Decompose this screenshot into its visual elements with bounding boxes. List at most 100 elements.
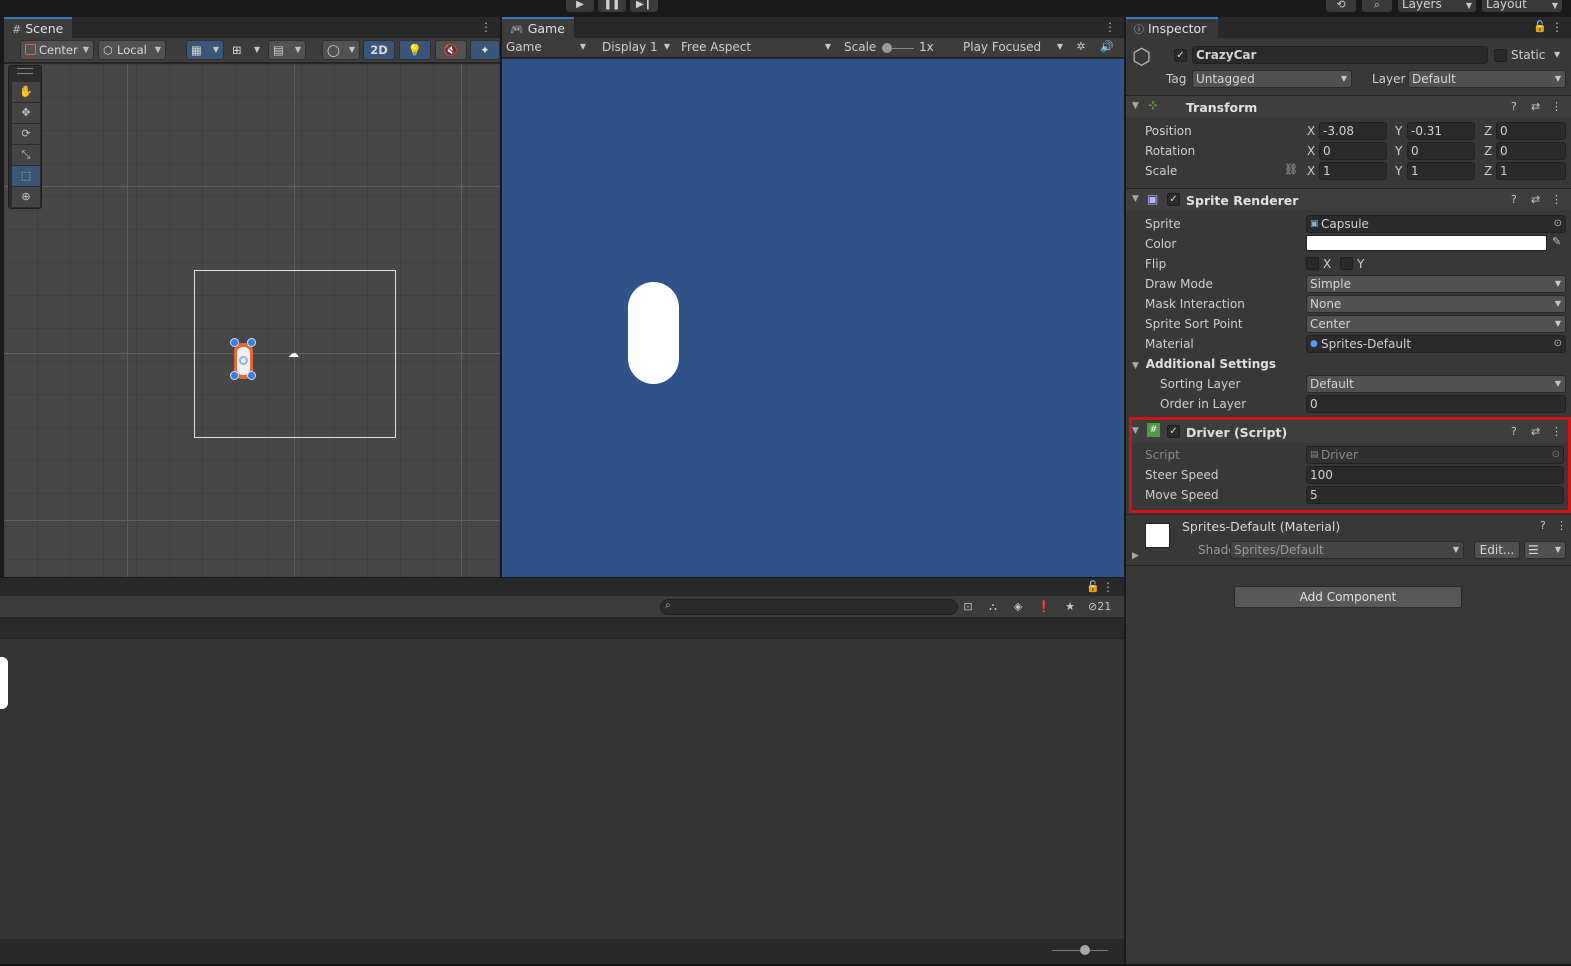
- sprite-field[interactable]: ▣ Capsule ⊙: [1306, 215, 1566, 233]
- tag-dropdown[interactable]: Untagged ▼: [1192, 70, 1352, 88]
- history-button[interactable]: ⟲: [1326, 0, 1356, 12]
- driver-header[interactable]: ▼ # ✓ Driver (Script) ? ⇄ ⋮: [1132, 421, 1568, 443]
- rect-handle-tl[interactable]: [230, 338, 239, 347]
- material-field[interactable]: ● Sprites-Default ⊙: [1306, 335, 1566, 353]
- help-icon[interactable]: ?: [1511, 100, 1517, 113]
- filter-type-button[interactable]: ⛬: [985, 600, 1001, 614]
- shader-options-button[interactable]: ☰ ▼: [1524, 541, 1566, 559]
- move-speed-field[interactable]: 5: [1306, 486, 1564, 504]
- scale-z-field[interactable]: 1: [1496, 162, 1566, 180]
- preset-icon[interactable]: ⇄: [1531, 100, 1540, 113]
- layer-dropdown[interactable]: Default ▼: [1408, 70, 1566, 88]
- sprite-renderer-enabled-checkbox[interactable]: ✓: [1167, 193, 1180, 206]
- add-component-button[interactable]: Add Component: [1234, 586, 1462, 608]
- search-button[interactable]: ⌕: [1362, 0, 1392, 12]
- help-icon[interactable]: ?: [1511, 193, 1517, 206]
- transform-tool[interactable]: ⊕: [12, 187, 40, 207]
- game-view[interactable]: [502, 59, 1124, 577]
- kebab-icon[interactable]: ⋮: [1551, 425, 1562, 438]
- rot-y-field[interactable]: 0: [1407, 142, 1475, 160]
- expand-icon[interactable]: ▶: [1132, 551, 1139, 561]
- console-search-field[interactable]: ⌕: [660, 599, 958, 615]
- pos-z-field[interactable]: 0: [1496, 122, 1566, 140]
- audio-button[interactable]: 🔇: [435, 40, 467, 60]
- game-mode-dropdown[interactable]: Game ▼: [506, 40, 590, 54]
- pos-y-field[interactable]: -0.31: [1407, 122, 1475, 140]
- search-options-button[interactable]: ⊡: [960, 600, 976, 613]
- display-dropdown[interactable]: Display 1 ▼: [602, 40, 674, 54]
- lighting-button[interactable]: 💡: [399, 40, 431, 60]
- pivot-dropdown[interactable]: Center ▼: [20, 40, 94, 60]
- help-icon[interactable]: ?: [1540, 519, 1546, 532]
- rot-z-field[interactable]: 0: [1496, 142, 1566, 160]
- sorting-layer-dropdown[interactable]: Default ▼: [1306, 375, 1566, 393]
- active-checkbox[interactable]: ✓: [1174, 49, 1187, 62]
- driver-enabled-checkbox[interactable]: ✓: [1167, 425, 1180, 438]
- console-menu-button[interactable]: ⋮: [1102, 580, 1114, 594]
- rotate-tool[interactable]: ⟳: [12, 124, 40, 144]
- console-content[interactable]: [0, 639, 1124, 939]
- camera-gizmo-icon[interactable]: ☁: [288, 347, 299, 360]
- static-dropdown-caret[interactable]: ▼: [1554, 50, 1560, 59]
- aspect-dropdown[interactable]: Free Aspect ▼: [681, 40, 835, 54]
- tab-scene[interactable]: # Scene: [4, 17, 72, 38]
- flip-y-checkbox[interactable]: [1340, 257, 1353, 270]
- grid-snap-button[interactable]: ▦ ▼: [186, 40, 224, 60]
- palette-drag-handle[interactable]: [17, 68, 33, 74]
- preset-icon[interactable]: ⇄: [1531, 425, 1540, 438]
- kebab-icon[interactable]: ⋮: [1556, 519, 1567, 532]
- scene-viewport[interactable]: ☁: [4, 64, 500, 577]
- scale-x-field[interactable]: 1: [1319, 162, 1387, 180]
- gameobject-icon[interactable]: ⬡: [1132, 45, 1151, 70]
- play-mode-dropdown[interactable]: Play Focused ▼: [963, 40, 1067, 54]
- pos-x-field[interactable]: -3.08: [1319, 122, 1387, 140]
- play-button[interactable]: ▶: [566, 0, 594, 12]
- transform-header[interactable]: ▼ ⊹ Transform ? ⇄ ⋮: [1126, 95, 1571, 117]
- tab-inspector[interactable]: ⓘ Inspector: [1126, 17, 1218, 38]
- rect-tool[interactable]: ⬚: [12, 166, 40, 186]
- shader-edit-button[interactable]: Edit...: [1474, 541, 1520, 559]
- move-tool[interactable]: ✥: [12, 103, 40, 123]
- inspector-lock-button[interactable]: 🔓: [1533, 20, 1547, 33]
- preset-icon[interactable]: ⇄: [1531, 193, 1540, 206]
- zoom-slider-thumb[interactable]: [1080, 945, 1090, 955]
- mute-audio-button[interactable]: 🔊: [1098, 40, 1116, 53]
- asset-thumbnail[interactable]: [0, 657, 8, 709]
- static-checkbox[interactable]: [1494, 49, 1507, 62]
- scene-menu-button[interactable]: ⋮: [480, 20, 492, 34]
- object-name-field[interactable]: CrazyCar: [1192, 46, 1488, 64]
- scale-y-field[interactable]: 1: [1407, 162, 1475, 180]
- console-search-input[interactable]: [677, 600, 947, 614]
- sprite-renderer-header[interactable]: ▼ ▣ ✓ Sprite Renderer ? ⇄ ⋮: [1126, 188, 1571, 210]
- step-button[interactable]: ▶❙: [630, 0, 658, 12]
- eyedropper-icon[interactable]: ✎: [1552, 235, 1561, 248]
- order-in-layer-field[interactable]: 0: [1306, 395, 1566, 413]
- rot-x-field[interactable]: 0: [1319, 142, 1387, 160]
- kebab-icon[interactable]: ⋮: [1551, 100, 1562, 113]
- effects-button[interactable]: ✦: [470, 40, 500, 60]
- game-menu-button[interactable]: ⋮: [1104, 20, 1116, 34]
- inspector-menu-button[interactable]: ⋮: [1551, 20, 1563, 34]
- flip-x-checkbox[interactable]: [1306, 257, 1319, 270]
- draw-mode-dropdown[interactable]: Simple ▼: [1306, 275, 1566, 293]
- filter-log-button[interactable]: ❗: [1036, 600, 1052, 613]
- shader-dropdown[interactable]: Sprites/Default ▼: [1230, 541, 1464, 559]
- hand-tool[interactable]: ✋: [12, 82, 40, 102]
- rect-handle-br[interactable]: [247, 371, 256, 380]
- mode-2d-button[interactable]: 2D: [363, 40, 395, 60]
- rect-handle-bl[interactable]: [230, 371, 239, 380]
- additional-settings-foldout[interactable]: ▼ Additional Settings: [1132, 357, 1276, 371]
- layout-dropdown[interactable]: Layout ▼: [1482, 0, 1562, 12]
- space-dropdown[interactable]: ⬡ Local ▼: [98, 40, 166, 60]
- filter-label-button[interactable]: ◈: [1010, 600, 1026, 613]
- snap-increment-button[interactable]: ⊞ ▼: [227, 40, 265, 60]
- kebab-icon[interactable]: ⋮: [1551, 193, 1562, 206]
- material-preview-swatch[interactable]: [1145, 523, 1170, 548]
- scale-slider-thumb[interactable]: [882, 43, 892, 53]
- favorites-button[interactable]: ★: [1062, 600, 1078, 613]
- object-picker-icon[interactable]: ⊙: [1554, 336, 1562, 352]
- object-picker-icon[interactable]: ⊙: [1554, 216, 1562, 232]
- layers-dropdown[interactable]: Layers ▼: [1398, 0, 1476, 12]
- help-icon[interactable]: ?: [1511, 425, 1517, 438]
- color-swatch[interactable]: [1306, 235, 1547, 251]
